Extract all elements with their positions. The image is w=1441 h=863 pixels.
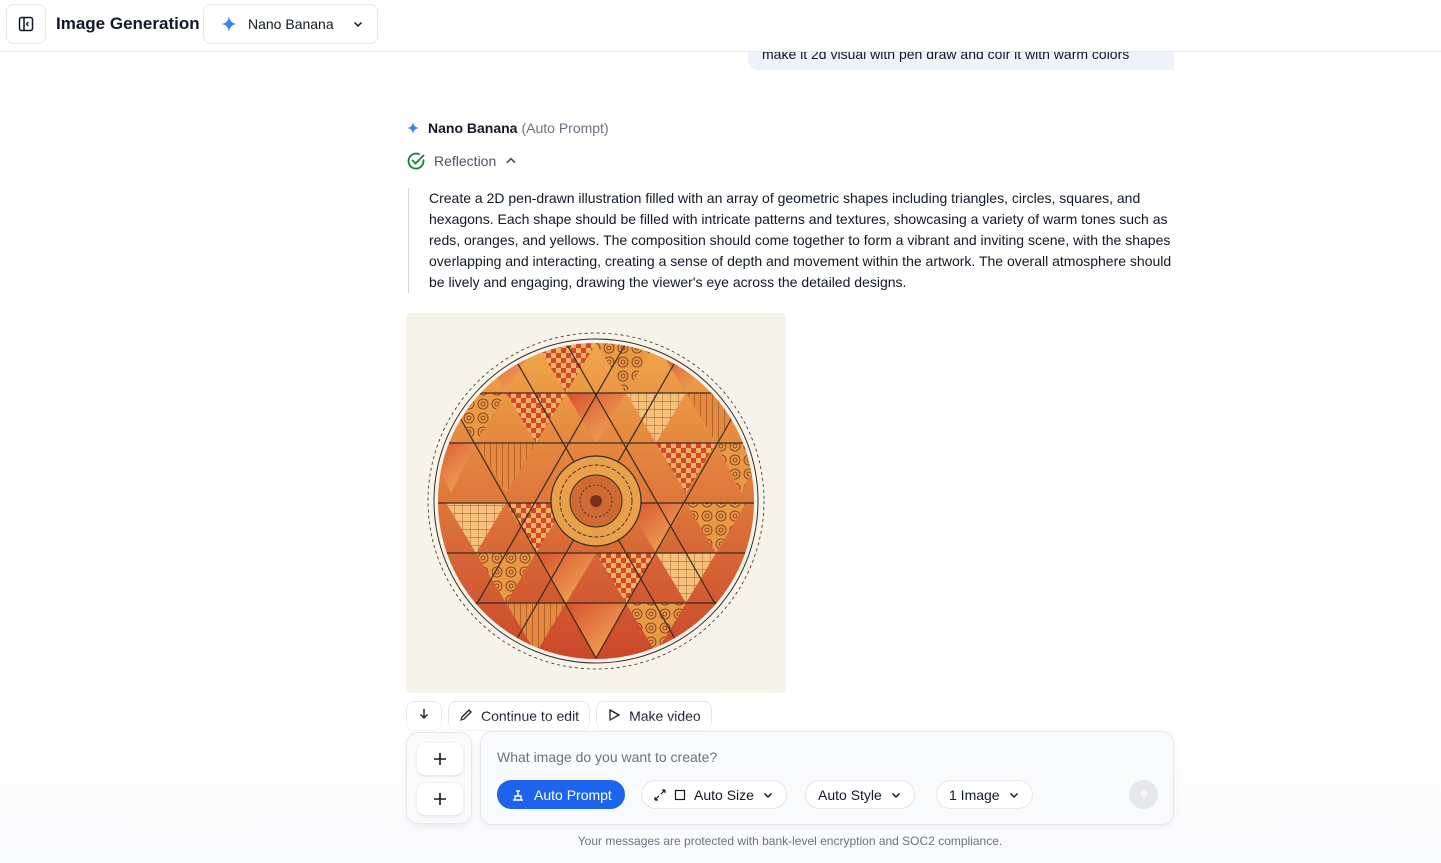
add-reference-button[interactable]: [417, 783, 463, 815]
model-selector-label: Nano Banana: [248, 16, 334, 32]
top-bar: Image Generation Nano Banana: [0, 0, 1441, 52]
send-button[interactable]: [1129, 780, 1158, 809]
reflection-text: Create a 2D pen-drawn illustration fille…: [408, 188, 1178, 293]
plus-icon: [434, 793, 446, 805]
image-count-select[interactable]: 1 Image: [936, 780, 1033, 809]
image-count-label: 1 Image: [949, 786, 1000, 803]
reflection-label: Reflection: [434, 153, 497, 169]
security-note: Your messages are protected with bank-le…: [577, 834, 1003, 848]
check-circle-icon: [407, 152, 425, 170]
expand-icon: [654, 788, 666, 801]
sidebar-icon: [18, 16, 34, 32]
style-select[interactable]: Auto Style: [805, 780, 915, 809]
style-select-label: Auto Style: [818, 786, 882, 803]
composer: Auto Prompt Auto Size Auto Style 1 Image: [480, 731, 1174, 825]
assistant-mode: (Auto Prompt): [521, 120, 609, 136]
plus-icon: [434, 753, 446, 765]
model-selector[interactable]: Nano Banana: [203, 4, 378, 44]
sparkle-icon: [221, 16, 237, 32]
sparkle-icon: [406, 121, 420, 135]
magic-icon: [513, 789, 523, 801]
page-title: Image Generation: [56, 14, 200, 33]
chevron-up-icon: [506, 157, 516, 164]
size-select-label: Auto Size: [694, 786, 754, 803]
auto-prompt-toggle[interactable]: Auto Prompt: [497, 780, 625, 809]
chevron-down-icon: [891, 792, 900, 798]
square-icon: [674, 789, 686, 800]
arrow-up-icon: [1139, 789, 1148, 799]
chevron-down-icon: [353, 21, 362, 28]
reflection-toggle[interactable]: Reflection: [406, 151, 518, 171]
assistant-header: Nano Banana (Auto Prompt): [406, 120, 609, 136]
assistant-name: Nano Banana: [428, 120, 518, 136]
auto-prompt-label: Auto Prompt: [534, 786, 612, 803]
add-button[interactable]: [417, 743, 463, 775]
chevron-down-icon: [763, 792, 772, 798]
composer-side-tools: [406, 732, 472, 824]
generated-image[interactable]: [406, 313, 786, 693]
prompt-input[interactable]: [497, 749, 1097, 765]
size-select[interactable]: Auto Size: [641, 780, 787, 809]
chevron-down-icon: [1009, 792, 1018, 798]
sidebar-toggle-button[interactable]: [6, 4, 46, 44]
